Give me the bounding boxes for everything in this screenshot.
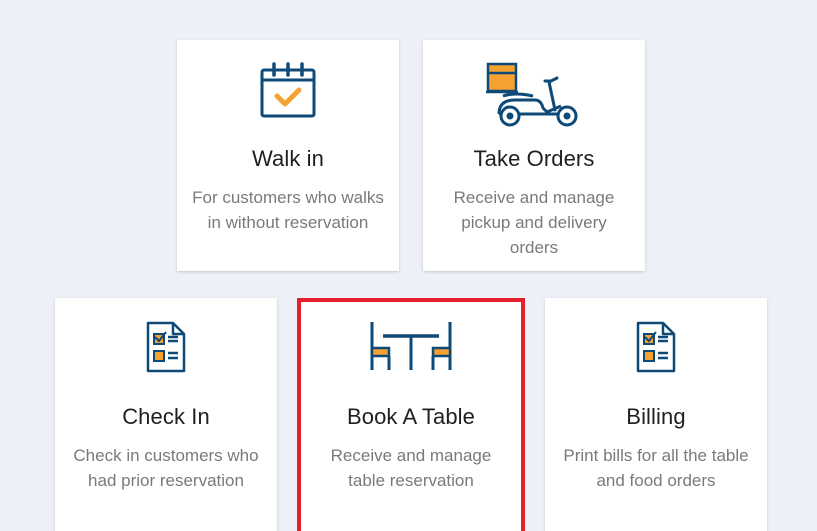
take-orders-card[interactable]: Take Orders Receive and manage pickup an…	[423, 40, 645, 271]
table-chairs-icon	[300, 320, 522, 372]
bill-document-icon	[545, 320, 767, 374]
card-description: For customers who walks in without reser…	[192, 188, 384, 232]
card-description: Receive and manage pickup and delivery o…	[453, 188, 615, 257]
card-title: Billing	[626, 404, 686, 429]
card-description: Print bills for all the table and food o…	[563, 446, 749, 490]
card-description: Check in customers who had prior reserva…	[73, 446, 259, 490]
card-title: Walk in	[251, 146, 324, 171]
check-in-card[interactable]: Check In Check in customers who had prio…	[55, 298, 277, 531]
walk-in-card[interactable]: Walk in For customers who walks in witho…	[177, 40, 399, 271]
card-title: Take Orders	[473, 146, 595, 171]
delivery-scooter-icon	[423, 62, 645, 128]
card-description: Receive and manage table reservation	[330, 446, 492, 490]
card-title: Book A Table	[346, 404, 475, 429]
billing-card[interactable]: Billing Print bills for all the table an…	[545, 298, 767, 531]
checklist-document-icon	[55, 320, 277, 374]
option-grid: Walk in For customers who walks in witho…	[0, 0, 817, 531]
card-title: Check In	[122, 404, 210, 429]
calendar-check-icon	[177, 62, 399, 120]
book-table-card[interactable]: Book A Table Receive and manage table re…	[300, 301, 522, 531]
